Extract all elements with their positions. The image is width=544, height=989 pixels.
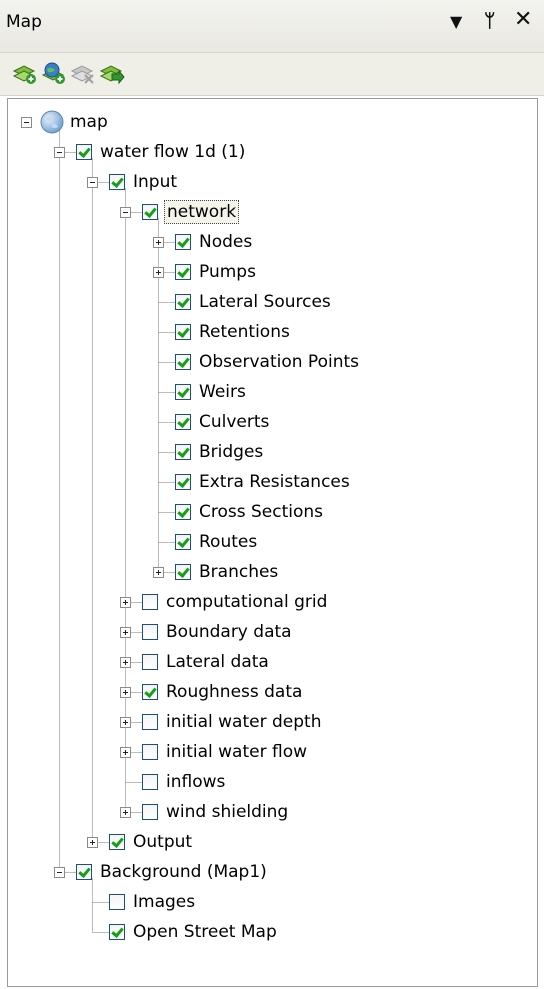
layer-visibility-checkbox[interactable]: [175, 504, 191, 520]
tree-node-label[interactable]: Pumps: [197, 261, 258, 283]
layer-visibility-checkbox[interactable]: [175, 534, 191, 550]
expand-icon[interactable]: [120, 687, 131, 698]
layer-toolbar: [0, 53, 544, 96]
tree-node-label[interactable]: Extra Resistances: [197, 471, 352, 493]
window-menu-dropdown-icon[interactable]: ▼: [450, 12, 462, 31]
collapse-icon[interactable]: [21, 117, 32, 128]
tree-node-label[interactable]: Input: [131, 171, 179, 193]
layer-visibility-checkbox[interactable]: [76, 144, 92, 160]
expand-icon[interactable]: [153, 567, 164, 578]
layer-visibility-checkbox[interactable]: [142, 624, 158, 640]
tree-node-label[interactable]: Output: [131, 831, 194, 853]
expand-icon[interactable]: [120, 717, 131, 728]
tree-node-label[interactable]: Culverts: [197, 411, 271, 433]
remove-layer-button[interactable]: [70, 61, 96, 85]
expand-icon[interactable]: [120, 657, 131, 668]
layer-visibility-checkbox[interactable]: [142, 684, 158, 700]
layer-visibility-checkbox[interactable]: [175, 294, 191, 310]
tree-node-label[interactable]: Routes: [197, 531, 259, 553]
tree-node-label[interactable]: initial water flow: [164, 741, 309, 763]
layer-visibility-checkbox[interactable]: [142, 204, 158, 220]
tree-node-label[interactable]: Branches: [197, 561, 280, 583]
tree-node-label[interactable]: wind shielding: [164, 801, 290, 823]
layer-visibility-checkbox[interactable]: [109, 174, 125, 190]
layer-visibility-checkbox[interactable]: [175, 384, 191, 400]
tree-node-label[interactable]: Background (Map1): [98, 861, 269, 883]
tree-node-label[interactable]: Cross Sections: [197, 501, 325, 523]
tree-node-label[interactable]: initial water depth: [164, 711, 323, 733]
tree-node-label[interactable]: Observation Points: [197, 351, 361, 373]
collapse-icon[interactable]: [87, 177, 98, 188]
add-wms-layer-button[interactable]: [41, 61, 67, 85]
layer-visibility-checkbox[interactable]: [109, 894, 125, 910]
layer-visibility-checkbox[interactable]: [142, 744, 158, 760]
layer-visibility-checkbox[interactable]: [175, 444, 191, 460]
tree-node-label[interactable]: Images: [131, 891, 197, 913]
layer-visibility-checkbox[interactable]: [142, 594, 158, 610]
layer-tree[interactable]: map water flow 1d (1) Input network Nodes Pum…: [7, 98, 538, 987]
add-layer-button[interactable]: [12, 61, 38, 85]
expand-icon[interactable]: [120, 747, 131, 758]
tree-node-label[interactable]: Lateral data: [164, 651, 271, 673]
layer-visibility-checkbox[interactable]: [142, 804, 158, 820]
layer-visibility-checkbox[interactable]: [76, 864, 92, 880]
tree-node-label[interactable]: Open Street Map: [131, 921, 279, 943]
zoom-to-layer-button[interactable]: [99, 61, 125, 85]
globe-icon: [40, 110, 64, 134]
layer-visibility-checkbox[interactable]: [175, 264, 191, 280]
tree-node-label[interactable]: network: [164, 200, 240, 224]
tree-node-label[interactable]: Bridges: [197, 441, 265, 463]
layer-visibility-checkbox[interactable]: [142, 654, 158, 670]
collapse-icon[interactable]: [54, 147, 65, 158]
title-bar[interactable]: Map ▼ ᛘ ✕: [0, 0, 544, 53]
layer-visibility-checkbox[interactable]: [109, 924, 125, 940]
expand-icon[interactable]: [153, 237, 164, 248]
add-layer-icon: [12, 65, 36, 84]
tree-node-label[interactable]: Nodes: [197, 231, 254, 253]
add-wms-layer-icon: [41, 62, 65, 84]
expand-icon[interactable]: [120, 807, 131, 818]
collapse-icon[interactable]: [120, 207, 131, 218]
panel-title: Map: [6, 12, 42, 32]
layer-visibility-checkbox[interactable]: [175, 234, 191, 250]
tree-node-label[interactable]: Boundary data: [164, 621, 294, 643]
layer-visibility-checkbox[interactable]: [175, 414, 191, 430]
remove-layer-icon: [70, 65, 94, 84]
tree-node-label[interactable]: inflows: [164, 771, 227, 793]
tree-connector-lines: [59, 128, 176, 933]
layer-visibility-checkbox[interactable]: [142, 774, 158, 790]
map-panel: Map ▼ ᛘ ✕ map water flow 1d (1) Input ne…: [0, 0, 544, 989]
layer-visibility-checkbox[interactable]: [175, 354, 191, 370]
close-icon[interactable]: ✕: [514, 7, 532, 32]
zoom-to-layer-icon: [99, 65, 125, 85]
layer-visibility-checkbox[interactable]: [175, 324, 191, 340]
expand-icon[interactable]: [87, 837, 98, 848]
tree-node-label[interactable]: map: [68, 111, 110, 133]
tree-node-label[interactable]: Lateral Sources: [197, 291, 333, 313]
expand-icon[interactable]: [120, 597, 131, 608]
layer-visibility-checkbox[interactable]: [142, 714, 158, 730]
tree-node-label[interactable]: Retentions: [197, 321, 292, 343]
layer-visibility-checkbox[interactable]: [175, 474, 191, 490]
tree-node-label[interactable]: Weirs: [197, 381, 248, 403]
expand-icon[interactable]: [153, 267, 164, 278]
tree-node-label[interactable]: water flow 1d (1): [98, 141, 247, 163]
collapse-icon[interactable]: [54, 867, 65, 878]
layer-visibility-checkbox[interactable]: [109, 834, 125, 850]
expand-icon[interactable]: [120, 627, 131, 638]
layer-visibility-checkbox[interactable]: [175, 564, 191, 580]
pin-icon[interactable]: ᛘ: [484, 10, 495, 32]
tree-node-label[interactable]: Roughness data: [164, 681, 304, 703]
tree-node-label[interactable]: computational grid: [164, 591, 329, 613]
